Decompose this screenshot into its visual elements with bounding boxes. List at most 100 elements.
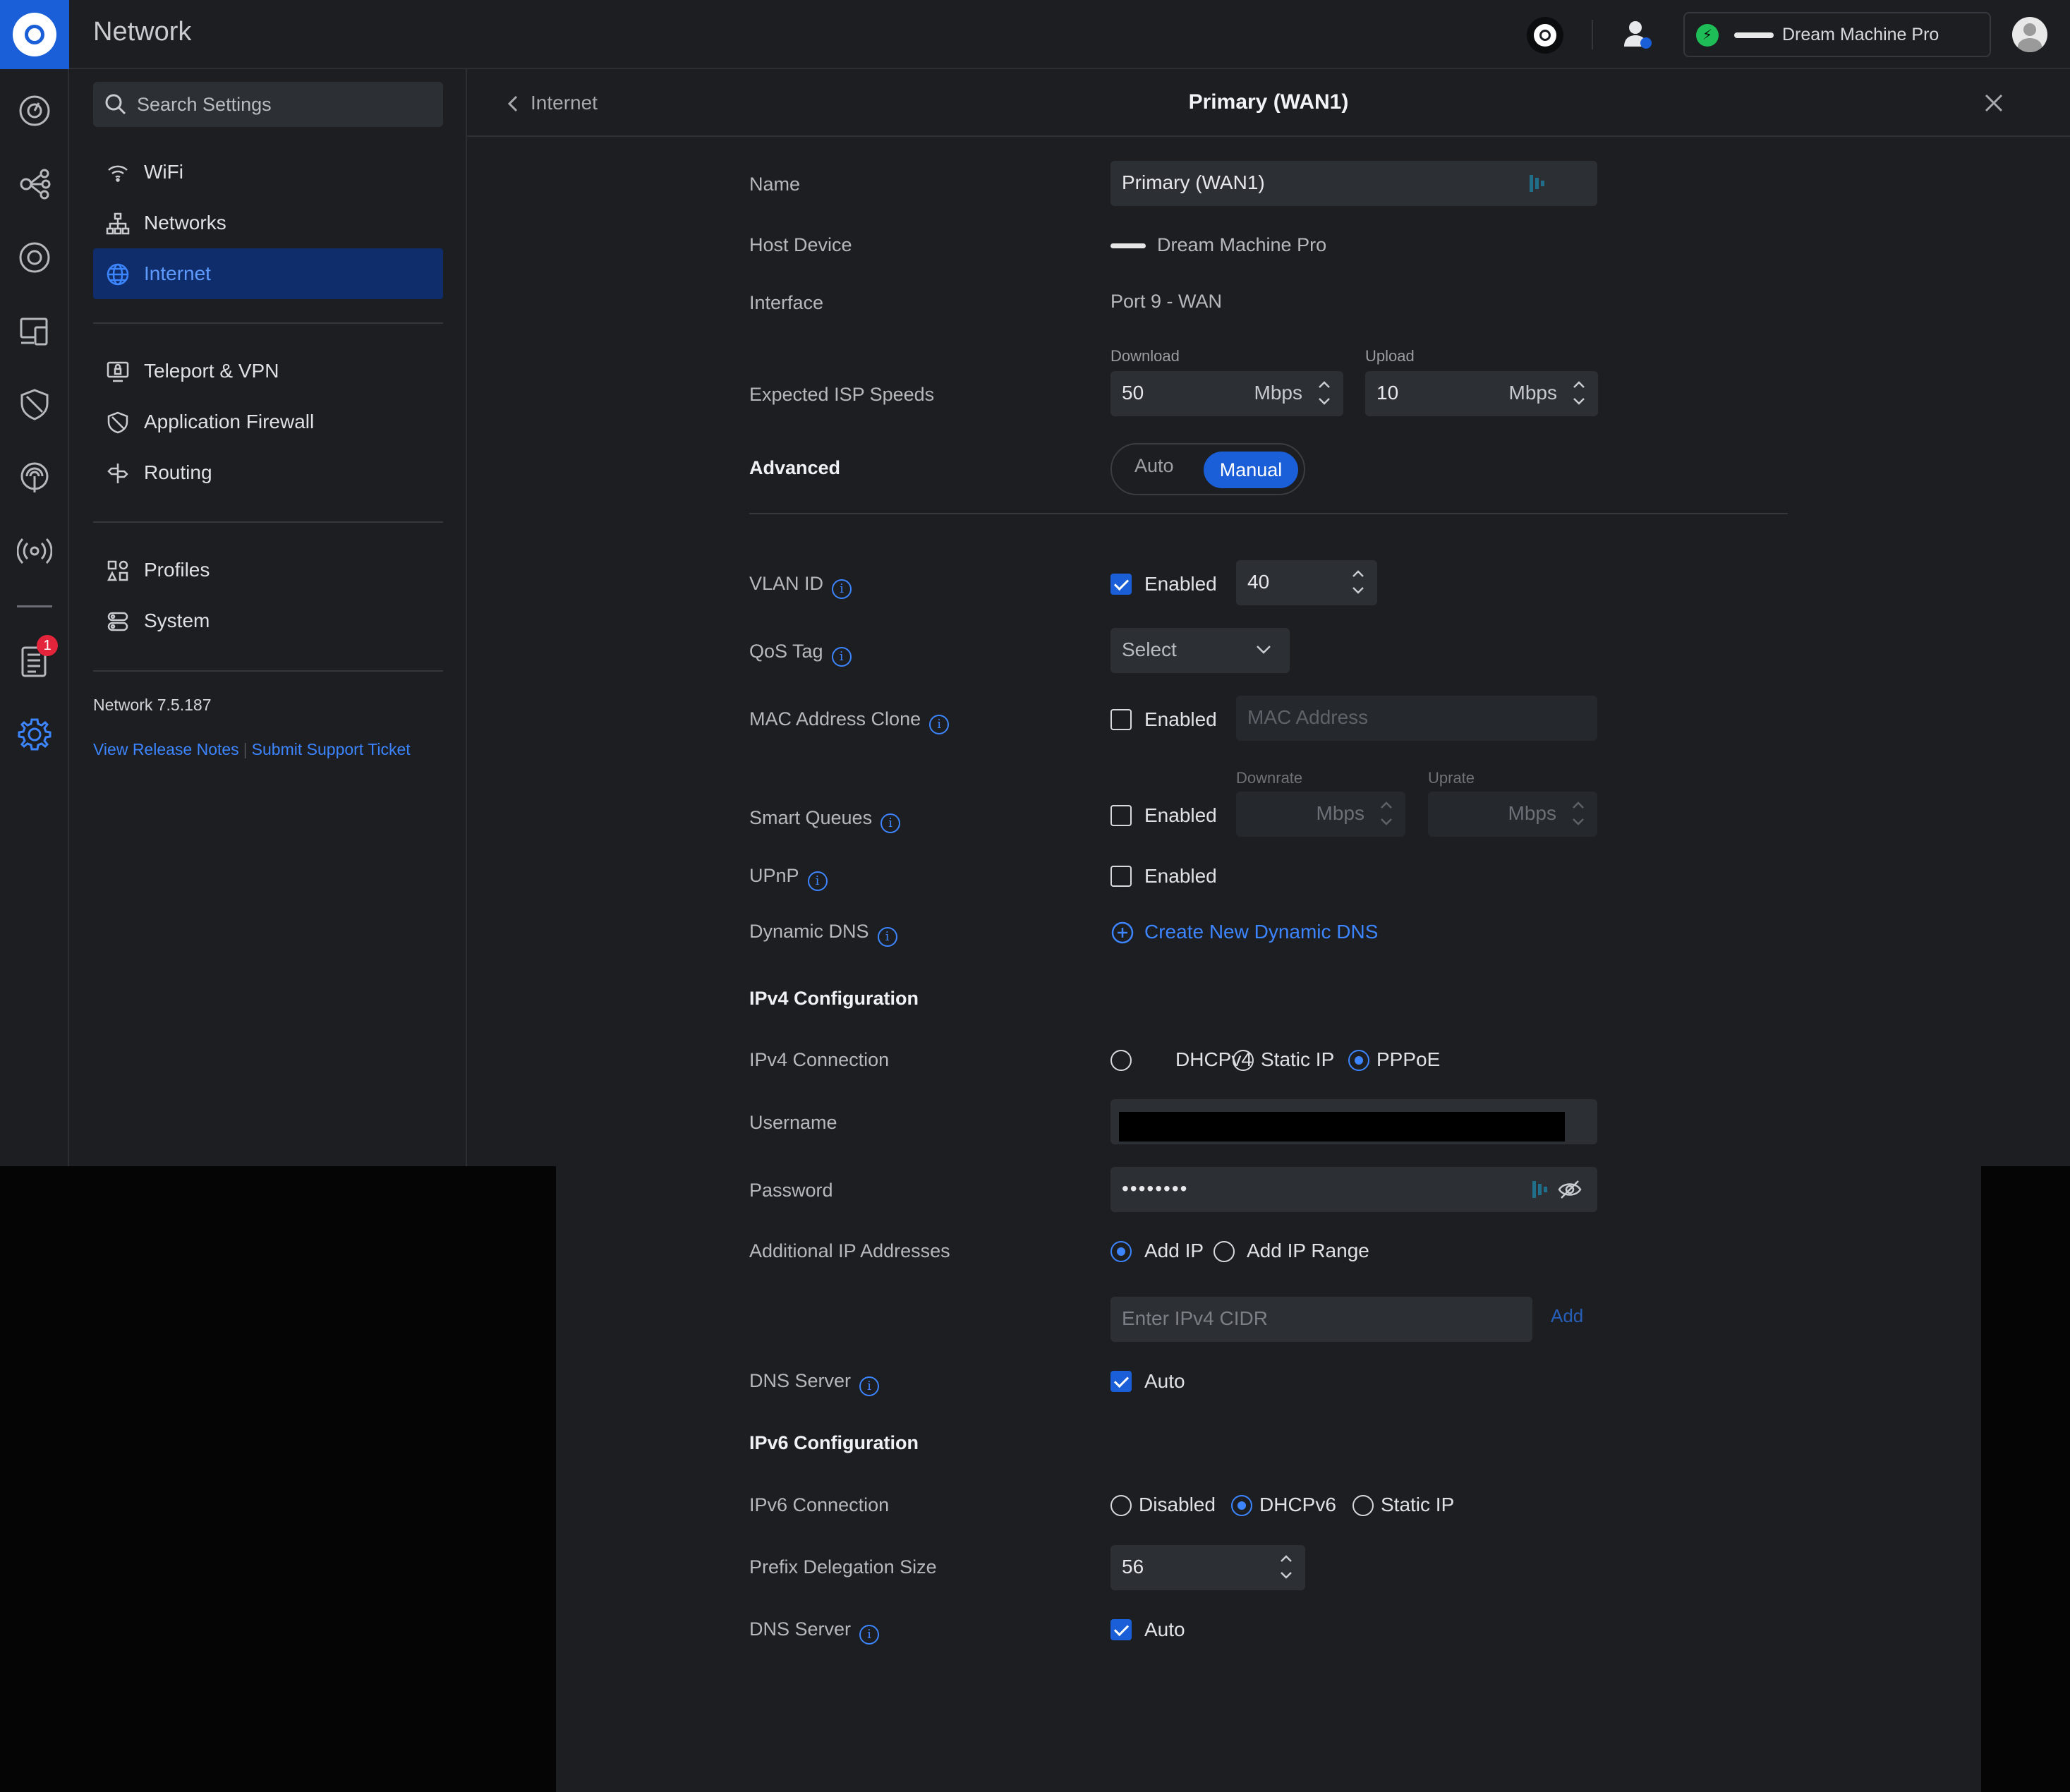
stepper-icon[interactable] [1571,377,1587,409]
radios-icon[interactable] [17,533,52,569]
ipv6-disabled-label: Disabled [1139,1494,1216,1515]
security-shield-icon[interactable] [17,387,52,422]
vlan-id-input[interactable]: 40 [1236,560,1377,605]
ipv4-dhcp-radio[interactable] [1110,1050,1132,1071]
sidebar-item-wifi[interactable]: WiFi [93,147,443,198]
downrate-input[interactable]: Mbps [1236,792,1405,837]
vlan-id-value: 40 [1247,571,1270,593]
settings-gear-icon[interactable] [17,717,52,752]
stepper-icon[interactable] [1570,797,1586,830]
vlan-enabled-checkbox[interactable] [1110,574,1132,595]
add-ip-radio[interactable] [1110,1241,1132,1262]
redacted-username [1119,1112,1565,1142]
stepper-icon[interactable] [1317,377,1332,409]
app-rail: 1 [0,69,69,1166]
devices-icon[interactable] [17,240,52,275]
upnp-checkbox[interactable] [1110,866,1132,887]
add-ip-label: Add IP [1144,1240,1204,1261]
stepper-icon[interactable] [1350,566,1366,598]
info-icon[interactable]: i [929,715,950,734]
sidebar-item-internet[interactable]: Internet [93,248,443,299]
password-manager-icon[interactable] [1531,1178,1549,1201]
sidebar-item-networks[interactable]: Networks [93,198,443,248]
upload-speed-input[interactable]: 10 Mbps [1365,371,1598,416]
ipv4-dns-auto-checkbox[interactable] [1110,1371,1132,1392]
password-manager-icon[interactable] [1528,172,1547,195]
mac-address-placeholder: MAC Address [1247,706,1369,728]
advanced-manual-option[interactable]: Manual [1204,452,1298,488]
add-ip-range-label: Add IP Range [1247,1240,1369,1261]
firewall-icon [107,411,128,434]
uprate-caption: Uprate [1428,769,1475,787]
info-icon[interactable]: i [831,647,852,667]
uprate-input[interactable]: Mbps [1428,792,1597,837]
prefix-delegation-input[interactable]: 56 [1110,1545,1305,1590]
info-icon[interactable]: i [807,871,828,891]
search-input[interactable]: Search Settings [93,82,443,127]
stepper-icon[interactable] [1278,1551,1294,1583]
ipv6-disabled-radio[interactable] [1110,1495,1132,1516]
ipv4-dns-auto-label: Auto [1144,1370,1185,1392]
clients-icon[interactable] [17,313,52,349]
create-dynamic-dns-label: Create New Dynamic DNS [1144,921,1379,943]
upnp-label-text: UPnP [749,865,799,886]
mac-clone-checkbox[interactable] [1110,709,1132,730]
sidebar-item-profiles[interactable]: Profiles [93,545,443,595]
info-icon[interactable]: i [877,927,897,947]
sidebar-item-teleport-vpn[interactable]: Teleport & VPN [93,346,443,396]
ipv4-pppoe-radio[interactable] [1348,1050,1369,1071]
ipv6-dns-auto-checkbox[interactable] [1110,1619,1132,1640]
mac-clone-label: MAC Address Clone i [749,708,950,734]
plus-circle-icon [1111,921,1134,944]
smart-queues-label: Smart Queues i [749,807,901,833]
upload-caption: Upload [1365,347,1415,365]
host-device-value: Dream Machine Pro [1157,234,1327,255]
password-label: Password [749,1180,833,1201]
dashboard-icon[interactable] [17,93,52,128]
qos-tag-select[interactable]: Select [1110,628,1290,673]
add-cidr-button[interactable]: Add [1551,1305,1583,1327]
ipv4-cidr-input[interactable]: Enter IPv4 CIDR [1110,1297,1532,1342]
download-speed-input[interactable]: 50 Mbps [1110,371,1343,416]
sidebar-item-system[interactable]: System [93,595,443,646]
sidebar-item-routing[interactable]: Routing [93,447,443,498]
smart-queues-checkbox[interactable] [1110,805,1132,826]
chevron-down-icon [1257,646,1271,654]
info-icon[interactable]: i [880,813,901,833]
avatar[interactable] [2012,17,2047,52]
name-label: Name [749,174,801,195]
password-input[interactable]: •••••••• [1110,1167,1597,1212]
add-ip-range-radio[interactable] [1213,1241,1235,1262]
ipv6-dhcp-radio[interactable] [1231,1495,1252,1516]
app-title: Network [93,17,192,47]
close-icon[interactable] [1984,93,2004,113]
downrate-caption: Downrate [1236,769,1303,787]
stepper-icon[interactable] [1379,797,1394,830]
ipv4-static-radio[interactable] [1233,1050,1254,1071]
sidebar-item-application-firewall[interactable]: Application Firewall [93,396,443,447]
info-icon[interactable]: i [859,1376,880,1396]
release-notes-link[interactable]: View Release Notes [93,740,239,758]
device-name: Dream Machine Pro [1782,25,1939,44]
admin-user-icon[interactable] [1620,17,1655,52]
info-icon[interactable]: i [859,1625,880,1645]
topology-icon[interactable] [17,167,52,202]
support-ticket-link[interactable]: Submit Support Ticket [252,740,411,758]
upload-unit: Mbps [1508,382,1557,404]
sidebar-item-label: Networks [144,212,226,234]
create-dynamic-dns-button[interactable]: Create New Dynamic DNS [1110,921,1379,944]
qos-tag-label-text: QoS Tag [749,641,823,662]
rail-divider [17,605,52,607]
mac-address-input[interactable]: MAC Address [1236,696,1597,741]
advanced-label: Advanced [749,457,841,478]
eye-slash-icon[interactable] [1558,1180,1582,1199]
insights-icon[interactable] [17,460,52,495]
advanced-auto-option[interactable]: Auto [1134,455,1174,477]
console-icon[interactable] [1527,17,1563,54]
name-input[interactable]: Primary (WAN1) [1110,161,1597,206]
info-icon[interactable]: i [832,579,852,599]
ipv6-static-radio[interactable] [1352,1495,1374,1516]
globe-icon [107,263,129,286]
app-logo-icon[interactable] [0,0,69,69]
device-selector[interactable]: ⚡ Dream Machine Pro [1683,12,1991,57]
